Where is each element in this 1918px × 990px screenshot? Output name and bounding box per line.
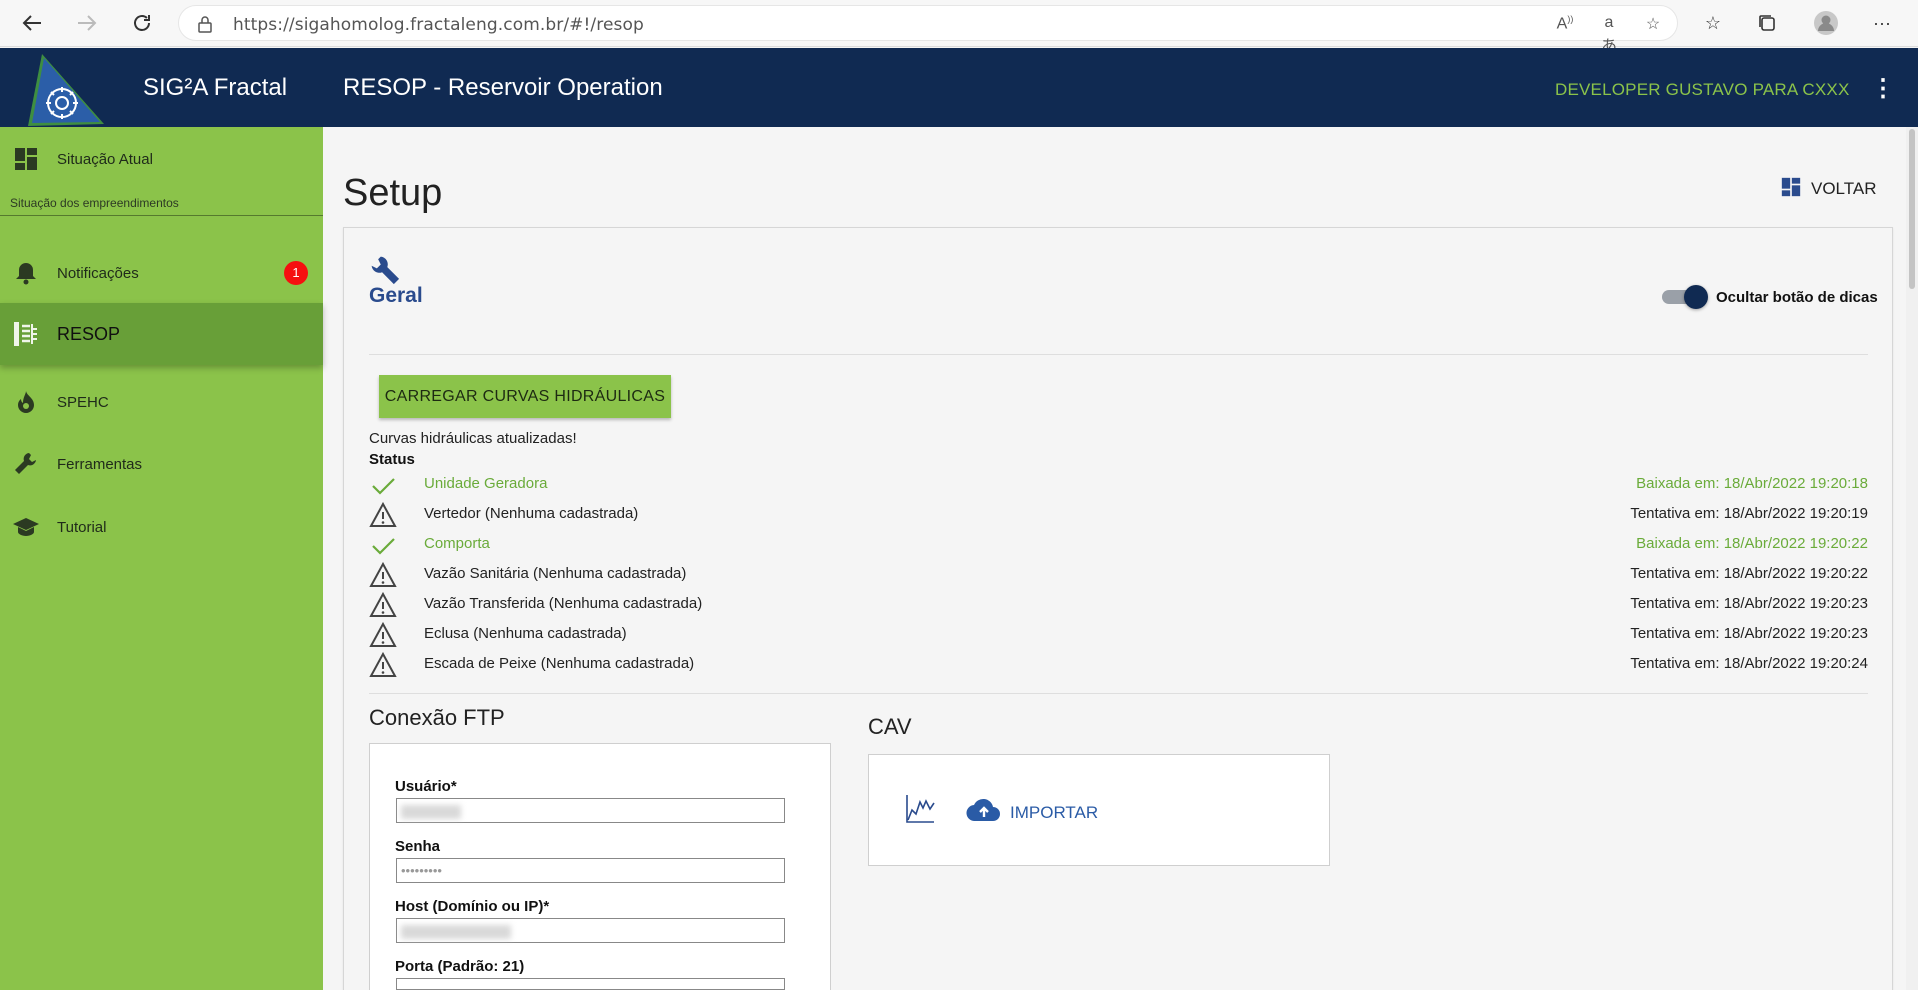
check-icon — [369, 532, 397, 558]
load-curves-button[interactable]: CARREGAR CURVAS HIDRÁULICAS — [379, 375, 671, 418]
more-icon[interactable]: ··· — [1866, 8, 1898, 38]
toggle-label: Ocultar botão de dicas — [1716, 289, 1878, 306]
notification-badge: 1 — [284, 261, 308, 285]
app-name: SIG²A Fractal — [143, 74, 288, 101]
password-field[interactable]: ••••••••• — [396, 858, 785, 883]
status-time: Tentativa em: 18/Abr/2022 19:20:22 — [1630, 565, 1868, 582]
cav-title: CAV — [868, 714, 912, 739]
status-time: Tentativa em: 18/Abr/2022 19:20:24 — [1630, 655, 1868, 672]
bell-icon — [12, 259, 40, 287]
page-scrollbar[interactable] — [1906, 127, 1918, 990]
port-label: Porta (Padrão: 21) — [395, 958, 525, 975]
forward-icon[interactable] — [72, 8, 102, 38]
import-button[interactable]: IMPORTAR — [966, 797, 1098, 828]
favorites-icon[interactable]: ☆ — [1697, 8, 1729, 38]
warning-icon — [369, 561, 397, 588]
page-title: Setup — [343, 172, 443, 214]
module-title: RESOP - Reservoir Operation — [343, 74, 663, 101]
url-text[interactable]: https://sigahomolog.fractaleng.com.br/#!… — [233, 15, 644, 35]
dashboard-icon — [1781, 177, 1801, 202]
status-name: Escada de Peixe (Nenhuma cadastrada) — [424, 655, 695, 672]
host-field[interactable] — [396, 918, 785, 943]
chart-icon — [904, 793, 936, 830]
graduation-cap-icon — [12, 513, 40, 541]
sidebar-item-label: RESOP — [57, 323, 121, 344]
sidebar-divider — [0, 215, 323, 216]
voltar-label: VOLTAR — [1811, 179, 1877, 198]
sidebar-item-ferramentas[interactable]: Ferramentas — [0, 440, 323, 488]
status-time: Baixada em: 18/Abr/2022 19:20:18 — [1636, 475, 1868, 492]
import-label: IMPORTAR — [1010, 802, 1099, 822]
hints-toggle[interactable] — [1662, 285, 1708, 309]
dashboard-icon — [12, 145, 40, 173]
scrollbar-thumb[interactable] — [1909, 129, 1915, 289]
sidebar-item-resop[interactable]: RESOP — [0, 303, 323, 365]
browser-toolbar: https://sigahomolog.fractaleng.com.br/#!… — [0, 0, 1918, 55]
status-row: Unidade Geradora Baixada em: 18/Abr/2022… — [369, 472, 1868, 498]
status-time: Tentativa em: 18/Abr/2022 19:20:19 — [1630, 505, 1868, 522]
sidebar-item-tutorial[interactable]: Tutorial — [0, 503, 323, 551]
status-name: Vazão Sanitária (Nenhuma cadastrada) — [424, 565, 687, 582]
status-row: Vertedor (Nenhuma cadastrada) Tentativa … — [369, 501, 1868, 528]
section-title: Geral — [369, 284, 423, 307]
sidebar-item-label: Notificações — [57, 264, 139, 282]
profile-icon[interactable] — [1810, 8, 1842, 38]
status-row: Comporta Baixada em: 18/Abr/2022 19:20:2… — [369, 532, 1868, 558]
user-field[interactable] — [396, 798, 785, 823]
warning-icon — [369, 651, 397, 678]
sidebar-item-label: SPEHC — [57, 393, 109, 411]
status-row: Vazão Sanitária (Nenhuma cadastrada) Ten… — [369, 561, 1868, 588]
status-row: Eclusa (Nenhuma cadastrada) Tentativa em… — [369, 621, 1868, 648]
host-label: Host (Domínio ou IP)* — [395, 898, 550, 915]
cav-panel — [868, 754, 1330, 866]
resop-icon — [12, 320, 40, 348]
check-icon — [369, 472, 397, 498]
status-row: Vazão Transferida (Nenhuma cadastrada) T… — [369, 591, 1868, 618]
ftp-title: Conexão FTP — [369, 705, 505, 730]
back-icon[interactable] — [17, 8, 47, 38]
status-message: Curvas hidráulicas atualizadas! — [369, 430, 577, 447]
status-name: Eclusa (Nenhuma cadastrada) — [424, 625, 627, 642]
status-name: Vazão Transferida (Nenhuma cadastrada) — [424, 595, 703, 612]
password-label: Senha — [395, 838, 441, 855]
voltar-button[interactable]: VOLTAR — [1781, 176, 1877, 202]
divider — [369, 693, 1868, 694]
status-row: Escada de Peixe (Nenhuma cadastrada) Ten… — [369, 651, 1868, 678]
warning-icon — [369, 501, 397, 528]
sidebar: Situação Atual Situação dos empreendimen… — [0, 127, 323, 990]
divider — [369, 354, 1868, 355]
fire-icon — [12, 388, 40, 416]
sidebar-subtitle: Situação dos empreendimentos — [10, 196, 179, 210]
add-favorite-icon[interactable]: ☆ — [1641, 14, 1665, 34]
user-name[interactable]: DEVELOPER GUSTAVO PARA CXXX — [1555, 80, 1849, 100]
wrench-icon — [12, 450, 40, 478]
status-name: Comporta — [424, 535, 490, 552]
app-logo[interactable] — [22, 52, 114, 128]
port-field[interactable] — [396, 978, 785, 990]
lock-icon[interactable] — [197, 15, 213, 38]
status-name: Unidade Geradora — [424, 475, 548, 492]
warning-icon — [369, 591, 397, 618]
address-bar[interactable]: https://sigahomolog.fractaleng.com.br/#!… — [178, 5, 1678, 55]
toggle-knob — [1684, 285, 1708, 309]
sidebar-item-label: Ferramentas — [57, 455, 143, 473]
refresh-icon[interactable] — [127, 8, 157, 38]
sidebar-item-label: Tutorial — [57, 518, 107, 536]
collections-icon[interactable] — [1751, 8, 1783, 38]
warning-icon — [369, 621, 397, 648]
status-time: Tentativa em: 18/Abr/2022 19:20:23 — [1630, 625, 1868, 642]
status-time: Baixada em: 18/Abr/2022 19:20:22 — [1636, 535, 1868, 552]
sidebar-item-situacao-atual[interactable]: Situação Atual — [0, 135, 323, 183]
status-name: Vertedor (Nenhuma cadastrada) — [424, 505, 639, 522]
cloud-upload-icon — [966, 797, 1002, 828]
sidebar-item-notificacoes[interactable]: Notificações 1 — [0, 249, 323, 297]
sidebar-item-label: Situação Atual — [57, 150, 153, 168]
read-aloud-icon[interactable]: A)) — [1553, 14, 1577, 34]
sidebar-item-spehc[interactable]: SPEHC — [0, 378, 323, 426]
kebab-menu-icon[interactable]: ⋮ — [1870, 76, 1896, 102]
status-time: Tentativa em: 18/Abr/2022 19:20:23 — [1630, 595, 1868, 612]
status-heading: Status — [369, 451, 415, 468]
user-label: Usuário* — [395, 778, 457, 795]
translate-icon[interactable]: aあ — [1597, 14, 1621, 55]
